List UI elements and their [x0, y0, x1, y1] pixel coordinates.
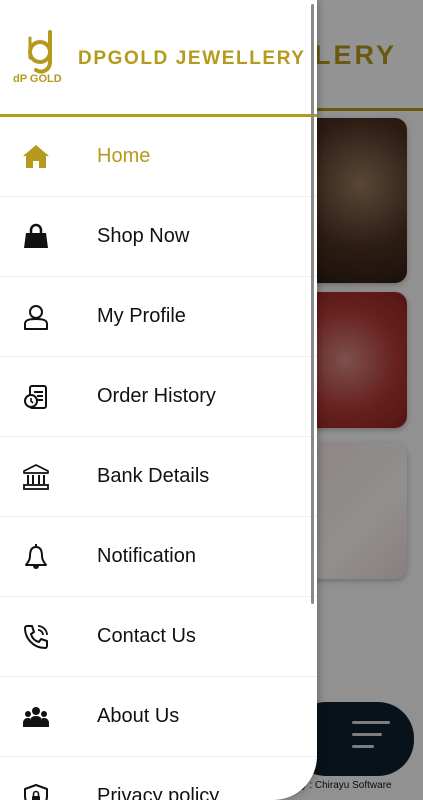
drawer-item-my-profile[interactable]: My Profile	[0, 277, 317, 357]
navigation-drawer: dP GOLD DPGOLD JEWELLERY Home Shop Now M…	[0, 0, 317, 800]
shield-lock-icon	[21, 782, 51, 800]
drawer-item-label: Bank Details	[97, 465, 210, 487]
drawer-item-label: My Profile	[97, 305, 186, 327]
brand-title: DPGOLD JEWELLERY	[78, 48, 306, 69]
drawer-scrollbar[interactable]	[311, 4, 314, 604]
drawer-item-label: Contact Us	[97, 625, 196, 647]
drawer-item-label: Home	[97, 145, 151, 167]
bank-icon	[21, 462, 51, 492]
drawer-item-bank-details[interactable]: Bank Details	[0, 437, 317, 517]
drawer-item-privacy-policy[interactable]: Privacy policy	[0, 757, 317, 800]
drawer-item-label: Shop Now	[97, 225, 190, 247]
shopping-bag-icon	[21, 222, 51, 252]
group-icon	[21, 702, 51, 732]
drawer-item-label: Privacy policy	[97, 785, 220, 800]
drawer-item-label: About Us	[97, 705, 180, 727]
drawer-header: dP GOLD DPGOLD JEWELLERY	[0, 0, 317, 117]
drawer-item-contact-us[interactable]: Contact Us	[0, 597, 317, 677]
drawer-menu: Home Shop Now My Profile Order History B…	[0, 117, 317, 800]
drawer-item-about-us[interactable]: About Us	[0, 677, 317, 757]
svg-text:dP GOLD: dP GOLD	[13, 73, 62, 84]
home-icon	[21, 142, 51, 172]
drawer-item-shop-now[interactable]: Shop Now	[0, 197, 317, 277]
user-icon	[21, 302, 51, 332]
phone-icon	[21, 622, 51, 652]
drawer-item-home[interactable]: Home	[0, 117, 317, 197]
brand-logo: dP GOLD	[13, 30, 62, 84]
drawer-item-label: Notification	[97, 545, 196, 567]
order-history-icon	[21, 382, 51, 412]
drawer-item-notification[interactable]: Notification	[0, 517, 317, 597]
drawer-item-label: Order History	[97, 385, 216, 407]
drawer-item-order-history[interactable]: Order History	[0, 357, 317, 437]
bell-icon	[21, 542, 51, 572]
